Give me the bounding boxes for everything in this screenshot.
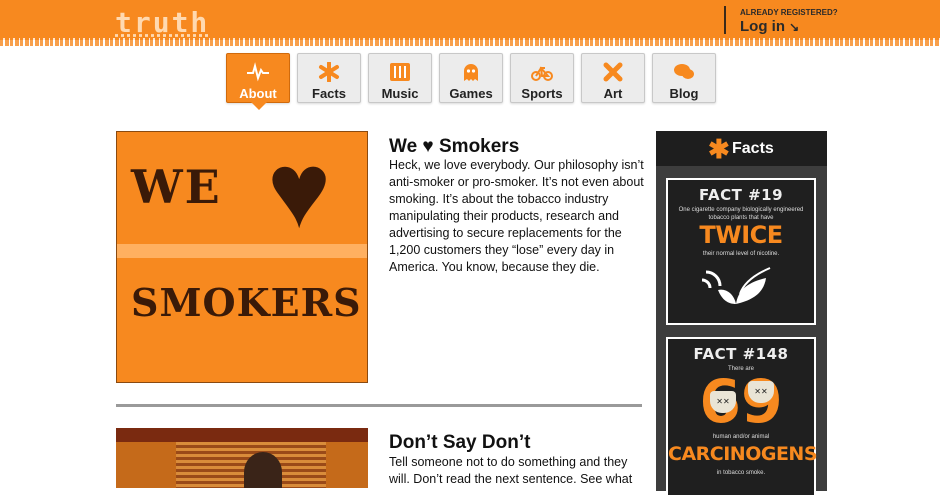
equalizer-icon [390, 63, 410, 81]
tab-label: Music [381, 86, 419, 101]
article-body: Tell someone not to do something and the… [389, 455, 633, 486]
image-text-we: WE [131, 160, 222, 214]
speech-bubble-icon [674, 64, 694, 79]
tab-label: About [239, 86, 277, 101]
fact-highlight-number: 69 ✕✕ ✕✕ [668, 372, 814, 432]
facts-sidebar: ✱ Facts FACT #19 One cigarette company b… [656, 131, 827, 497]
login-link[interactable]: Log in ↘ [740, 18, 838, 35]
tobacco-leaf-icon [701, 267, 771, 304]
active-pointer [251, 102, 267, 110]
tab-facts[interactable]: Facts [297, 53, 361, 103]
fact-highlight: CARCINOGENS [668, 443, 818, 465]
image-text-smokers: SMOKERS [131, 280, 362, 325]
arrow-down-right-icon: ↘ [789, 20, 800, 34]
login-hint: ALREADY REGISTERED? [740, 8, 838, 17]
tab-label: Games [449, 86, 493, 101]
asterisk-icon [319, 62, 339, 82]
fact-highlight: TWICE [699, 221, 783, 249]
bike-icon [531, 66, 553, 81]
tab-sports[interactable]: Sports [510, 53, 574, 103]
ghost-icon [464, 64, 478, 81]
tab-about[interactable]: About [226, 53, 290, 110]
skull-mask-icon: ✕✕ [748, 381, 774, 403]
tab-art[interactable]: Art [581, 53, 645, 103]
truth-logo[interactable]: truth [115, 6, 209, 39]
sidebar-header: ✱ Facts [656, 131, 827, 166]
tab-label: Blog [669, 86, 699, 101]
article-divider [116, 404, 642, 407]
tab-label: Facts [312, 86, 346, 101]
fact-card-19[interactable]: FACT #19 One cigarette company biologica… [666, 178, 816, 325]
article-title[interactable]: We ♥ Smokers [389, 136, 519, 158]
fact-card-148[interactable]: FACT #148 There are 69 ✕✕ ✕✕ human and/o… [666, 337, 818, 497]
tab-label: Art [603, 86, 623, 101]
fact-number: FACT #148 [693, 345, 789, 363]
fact-text: One cigarette company biologically engin… [678, 207, 804, 221]
image-person [244, 452, 282, 488]
article-title[interactable]: Don’t Say Don’t [389, 432, 530, 454]
skull-mask-icon: ✕✕ [710, 391, 736, 413]
torn-edge [0, 38, 940, 46]
cross-brush-icon [603, 62, 623, 82]
pulse-icon [247, 62, 269, 82]
fact-number: FACT #19 [698, 186, 784, 204]
login-area: ALREADY REGISTERED? Log in ↘ [724, 6, 838, 35]
login-label: Log in [740, 18, 785, 35]
heart-icon: ♥ [267, 131, 332, 250]
tab-blog[interactable]: Blog [652, 53, 716, 103]
we-love-smokers-image[interactable]: WE ♥ SMOKERS [116, 131, 368, 383]
tab-games[interactable]: Games [439, 53, 503, 103]
tab-music[interactable]: Music [368, 53, 432, 103]
sidebar-title: Facts [732, 140, 774, 157]
image-band [116, 428, 368, 442]
tab-label: Sports [521, 86, 563, 101]
article-body: Heck, we love everybody. Our philosophy … [389, 158, 644, 274]
fact-subtext: their normal level of nicotine. [702, 251, 780, 257]
dont-say-dont-image[interactable] [116, 428, 368, 488]
asterisk-icon: ✱ [708, 134, 730, 164]
fact-tail: in tobacco smoke. [716, 470, 766, 476]
